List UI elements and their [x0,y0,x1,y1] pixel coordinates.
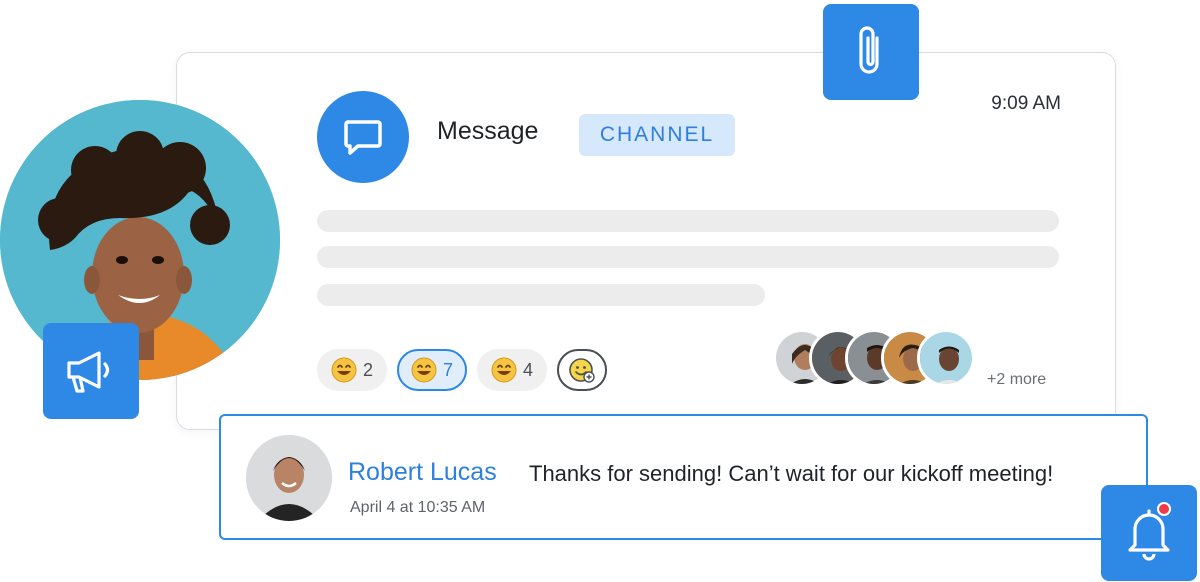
message-time: 9:09 AM [991,93,1061,114]
message-placeholder-line [317,246,1059,268]
add-emoji-icon [569,358,595,383]
reply-timestamp: April 4 at 10:35 AM [350,499,486,516]
megaphone-icon [67,351,110,393]
reaction-chip-selected[interactable]: 7 [397,349,468,391]
avatar [917,329,975,387]
message-title: Message [437,117,539,145]
reaction-chip[interactable]: 4 [477,349,548,391]
message-placeholder-line [317,210,1059,232]
participant-avatars[interactable] [773,329,975,387]
announcement-button[interactable] [43,323,139,419]
attachment-button[interactable] [823,4,919,100]
grinning-face-icon [411,357,437,383]
participants-more[interactable]: +2 more [987,371,1046,389]
reaction-count: 4 [523,359,534,380]
reply-card[interactable]: Robert Lucas Thanks for sending! Can’t w… [219,414,1148,540]
paperclip-icon [859,26,879,74]
channel-badge[interactable]: CHANNEL [579,114,735,156]
reaction-bar: 2 7 4 [317,349,608,391]
add-reaction-button[interactable] [557,349,608,391]
notification-badge [1157,502,1171,516]
grinning-face-icon [491,357,517,383]
message-placeholder-line [317,284,765,306]
profile-photo [0,100,280,380]
chat-bubble-icon [317,91,409,183]
reaction-count: 7 [443,359,454,380]
reply-message: Thanks for sending! Can’t wait for our k… [529,461,1054,486]
message-card: Message CHANNEL 9:09 AM 2 7 4 +2 more [176,52,1116,430]
avatar [246,435,332,521]
grinning-face-icon [331,357,357,383]
reaction-chip[interactable]: 2 [317,349,388,391]
reaction-count: 2 [363,359,374,380]
reply-author[interactable]: Robert Lucas [348,458,497,487]
notification-button[interactable] [1101,485,1197,581]
